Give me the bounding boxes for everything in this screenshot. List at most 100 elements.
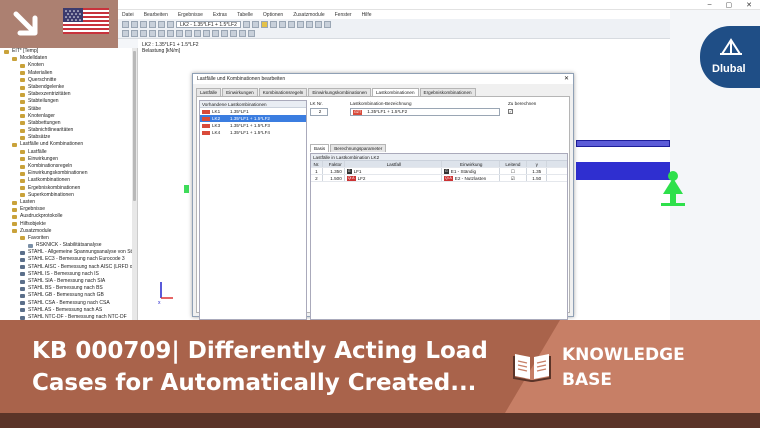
navigator-item[interactable]: Zusatzmodule	[0, 228, 137, 235]
section-icon[interactable]	[167, 29, 174, 37]
navigator-item[interactable]: STAHL - Allgemeine Spannungsanalyse von …	[0, 249, 137, 256]
print-icon[interactable]	[149, 20, 156, 28]
tab-combination-rules[interactable]: Kombinationsregeln	[258, 88, 308, 96]
new-file-icon[interactable]	[122, 20, 129, 28]
navigator-item[interactable]: STAHL AS - Bemessung nach AS	[0, 307, 137, 314]
navigator-item[interactable]: Stabendgelenke	[0, 84, 137, 91]
next-lc-icon[interactable]	[251, 20, 259, 28]
render-icon[interactable]	[305, 20, 313, 28]
navigator-item[interactable]: STAHL IS - Bemessung nach IS	[0, 271, 137, 278]
menu-item-ergebnisse[interactable]: Ergebnisse	[178, 12, 203, 18]
navigator-item[interactable]: STAHL AISC - Bemessung nach AISC (LRFD o…	[0, 264, 137, 271]
navigator-item[interactable]: Materialien	[0, 70, 137, 77]
subtab-calculation-parameters[interactable]: Berechnungsparameter	[330, 144, 387, 152]
tab-result-combinations[interactable]: Ergebniskombinationen	[419, 88, 476, 96]
navigator-item[interactable]: Superkombinationen	[0, 192, 137, 199]
save-icon[interactable]	[140, 20, 147, 28]
menu-item-tabelle[interactable]: Tabelle	[237, 12, 253, 18]
settings-icon[interactable]	[323, 20, 331, 28]
display-icon[interactable]	[278, 20, 286, 28]
leading-checkbox[interactable]: ☐	[500, 168, 528, 174]
navigator-item[interactable]: EIT* [Temp]	[0, 48, 137, 55]
tab-actions[interactable]: Einwirkungen	[222, 88, 258, 96]
rotate-icon[interactable]	[221, 29, 228, 37]
navigator-item[interactable]: Lastkombinationen	[0, 177, 137, 184]
table-row[interactable]: 2 1.500 Qi A LF2 Qi A E2 - Nutzlasten ☑ 1.50	[311, 175, 567, 182]
navigator-item[interactable]: Stabnichtlinearitäten	[0, 127, 137, 134]
arrow-down-right-icon[interactable]	[10, 8, 42, 40]
tab-load-combinations[interactable]: Lastkombinationen	[371, 88, 419, 96]
row-factor[interactable]: 1.500	[323, 175, 345, 181]
navigator-item[interactable]: RSKNICK - Stabilitätsanalyse	[0, 242, 137, 249]
designation-field[interactable]: GZT 1.35*LF1 + 1.5*LF2	[350, 108, 500, 116]
navigator-item[interactable]: Lastfälle und Kombinationen	[0, 141, 137, 148]
load-combination-list-item[interactable]: LK3 1.35*LF1 + 1.5*LF3	[200, 122, 306, 129]
select-icon[interactable]	[122, 29, 129, 37]
material-icon[interactable]	[176, 29, 183, 37]
navigator-item[interactable]: STAHL GB - Bemessung nach GB	[0, 292, 137, 299]
table-row[interactable]: 1 1.350 G LF1 G E1 - Ständig ☐ 1.35	[311, 168, 567, 175]
menu-item-extras[interactable]: Extras	[213, 12, 227, 18]
minimize-button[interactable]: –	[708, 1, 712, 9]
navigator-item[interactable]: STAHL SIA - Bemessung nach SIA	[0, 278, 137, 285]
redo-icon[interactable]	[167, 20, 174, 28]
member-icon[interactable]	[140, 29, 147, 37]
navigator-item[interactable]: Knotenlager	[0, 113, 137, 120]
load-combination-list-item[interactable]: LK2 1.35*LF1 + 1.5*LF2	[200, 115, 306, 122]
navigator-scrollbar[interactable]	[132, 48, 137, 320]
close-button[interactable]: ✕	[746, 1, 752, 9]
mirror-icon[interactable]	[230, 29, 237, 37]
navigator-item[interactable]: Einwirkungen	[0, 156, 137, 163]
menu-item-datei[interactable]: Datei	[122, 12, 134, 18]
lk-number-field[interactable]: 2	[310, 108, 328, 116]
navigator-item[interactable]: STAHL CSA - Bemessung nach CSA	[0, 300, 137, 307]
node-icon[interactable]	[131, 29, 138, 37]
navigator-item[interactable]: Ausdruckprotokolle	[0, 213, 137, 220]
navigator-item[interactable]: STAHL BS - Bemessung nach BS	[0, 285, 137, 292]
navigator-item[interactable]: Stabteilungen	[0, 98, 137, 105]
row-load-case[interactable]: G LF1	[345, 168, 442, 174]
navigator-item[interactable]: Stabsätze	[0, 134, 137, 141]
copy-icon[interactable]	[239, 29, 246, 37]
row-load-case[interactable]: Qi A LF2	[345, 175, 442, 181]
load-combination-select[interactable]: LK2 - 1.35*LF1 + 1.5*LF2	[176, 20, 241, 28]
results-icon[interactable]	[260, 20, 268, 28]
row-action[interactable]: G E1 - Ständig	[442, 168, 500, 174]
zoom-icon[interactable]	[296, 20, 304, 28]
navigator-item[interactable]: Stabbettungen	[0, 120, 137, 127]
menu-item-zusatzmodule[interactable]: Zusatzmodule	[293, 12, 324, 18]
navigator-item[interactable]: Stäbe	[0, 106, 137, 113]
row-factor[interactable]: 1.350	[323, 168, 345, 174]
hinge-icon[interactable]	[185, 29, 192, 37]
subtab-basic[interactable]: Basis	[310, 144, 330, 152]
open-file-icon[interactable]	[131, 20, 138, 28]
navigator-item[interactable]: Lastfälle	[0, 149, 137, 156]
menu-item-optionen[interactable]: Optionen	[263, 12, 283, 18]
navigator-item[interactable]: Ergebniskombinationen	[0, 185, 137, 192]
previous-lc-icon[interactable]	[242, 20, 250, 28]
support-icon[interactable]	[149, 29, 156, 37]
measure-icon[interactable]	[194, 29, 201, 37]
navigator-item[interactable]: Lasten	[0, 199, 137, 206]
dialog-close-button[interactable]: ✕	[564, 74, 569, 84]
move-icon[interactable]	[212, 29, 219, 37]
load-combination-list-item[interactable]: LK4 1.35*LF1 + 1.5*LF4	[200, 129, 306, 136]
dimension-icon[interactable]	[203, 29, 210, 37]
navigator-item[interactable]: STAHL EC3 - Bemessung nach Eurocode 3	[0, 256, 137, 263]
values-icon[interactable]	[269, 20, 277, 28]
navigator-item[interactable]: Favoriten	[0, 235, 137, 242]
load-icon[interactable]	[158, 29, 165, 37]
delete-icon[interactable]	[248, 29, 255, 37]
us-flag-icon[interactable]	[63, 8, 109, 34]
grid-icon[interactable]	[314, 20, 322, 28]
row-action[interactable]: Qi A E2 - Nutzlasten	[442, 175, 500, 181]
navigator-item[interactable]: Knoten	[0, 62, 137, 69]
menu-item-fenster[interactable]: Fenster	[335, 12, 352, 18]
undo-icon[interactable]	[158, 20, 165, 28]
navigator-item[interactable]: Kombinationsregeln	[0, 163, 137, 170]
load-combination-list-item[interactable]: LK1 1.35*LF1	[200, 108, 306, 115]
tab-load-cases[interactable]: Lastfälle	[196, 88, 222, 96]
menu-item-hilfe[interactable]: Hilfe	[362, 12, 372, 18]
navigator-item[interactable]: Hilfsobjekte	[0, 221, 137, 228]
to-calculate-checkbox[interactable]: ✓	[508, 109, 513, 114]
